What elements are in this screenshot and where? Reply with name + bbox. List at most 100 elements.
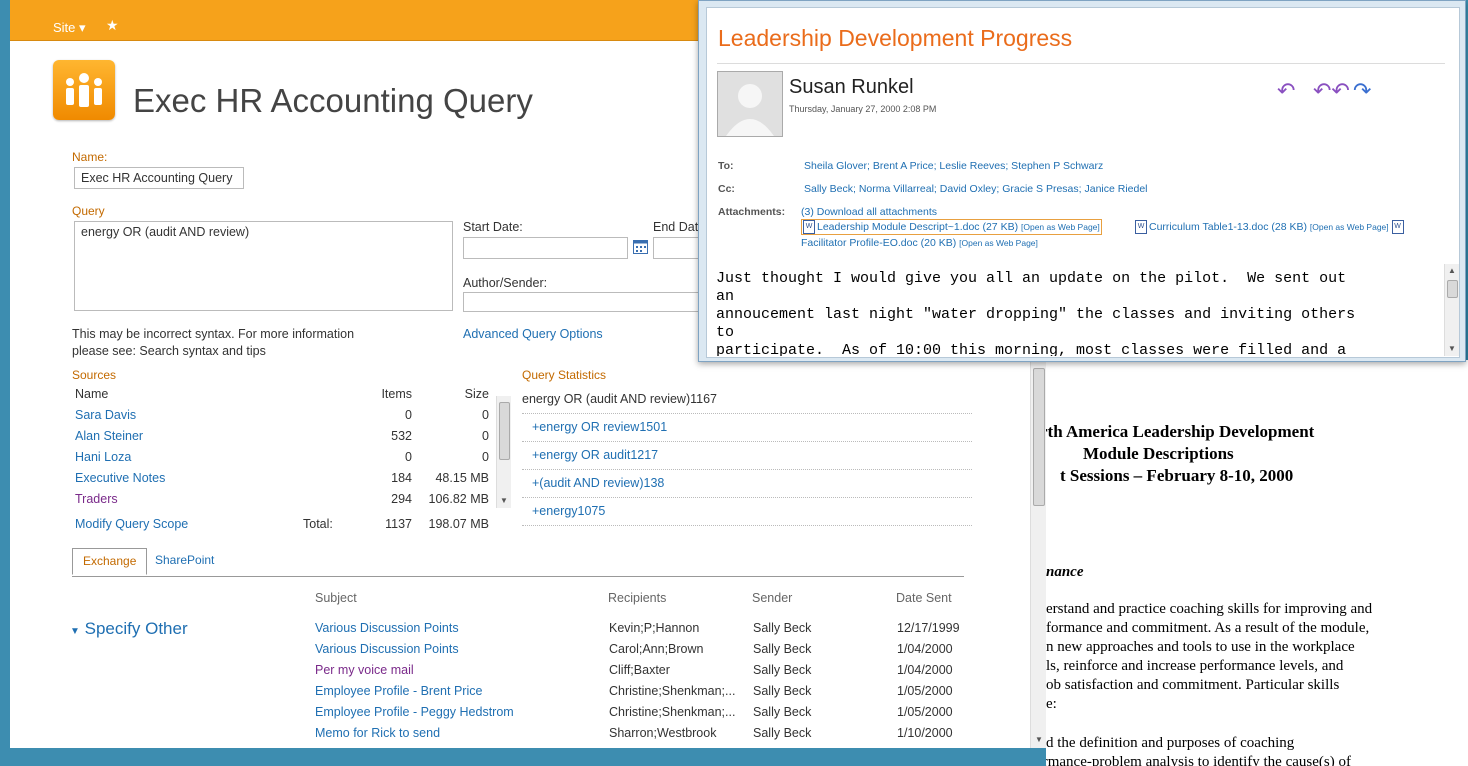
page-scrollbar[interactable]: ▼ <box>1030 362 1046 748</box>
query-stats-title: Query Statistics <box>522 368 607 382</box>
sources-header: Name Items Size <box>75 387 495 408</box>
attachment-name[interactable]: Leadership Module Descript~1.doc (27 KB) <box>817 221 1018 233</box>
query-stat-text[interactable]: +energy OR review1501 <box>532 420 667 434</box>
name-input[interactable]: Exec HR Accounting Query <box>74 167 244 189</box>
query-stat-text[interactable]: +(audit AND review)138 <box>532 476 664 490</box>
col-sender[interactable]: Sender <box>752 591 792 605</box>
col-date-sent[interactable]: Date Sent <box>896 591 952 605</box>
source-name[interactable]: Alan Steiner <box>75 429 143 443</box>
tab-exchange[interactable]: Exchange <box>72 548 148 575</box>
result-row: Per my voice mail Cliff;Baxter Sally Bec… <box>315 663 975 684</box>
source-name[interactable]: Sara Davis <box>75 408 136 422</box>
source-name[interactable]: Hani Loza <box>75 450 131 464</box>
result-row: Employee Profile - Peggy Hedstrom Christ… <box>315 705 975 726</box>
forward-icon[interactable]: ↷ <box>1353 78 1371 104</box>
result-row: Various Discussion Points Carol;Ann;Brow… <box>315 642 975 663</box>
to-recipients[interactable]: Sheila Glover; Brent A Price; Leslie Ree… <box>804 160 1103 172</box>
scroll-down-icon[interactable]: ▼ <box>1448 344 1456 353</box>
query-stat-text[interactable]: +energy OR audit1217 <box>532 448 658 462</box>
scroll-thumb[interactable] <box>499 402 510 460</box>
query-stat-row[interactable]: +energy OR review1501 <box>522 414 972 442</box>
doc-text: ls, reinforce and increase performance l… <box>1046 658 1344 674</box>
doc-text: n new approaches and tools to use in the… <box>1046 639 1355 655</box>
doc-section-title: nance <box>1046 564 1084 580</box>
page-title: Exec HR Accounting Query <box>133 82 533 119</box>
attachment-item[interactable]: W Curriculum Table1-13.doc (28 KB) [Open … <box>1135 220 1406 234</box>
start-date-label: Start Date: <box>463 220 523 234</box>
email-subject: Leadership Development Progress <box>718 25 1073 51</box>
attachment-document: rth America Leadership Development Modul… <box>1046 360 1468 766</box>
total-size: 198.07 MB <box>428 517 489 531</box>
result-subject[interactable]: Various Discussion Points <box>315 621 459 635</box>
result-sender: Sally Beck <box>753 642 812 656</box>
email-body-scrollbar[interactable]: ▲ ▼ <box>1444 264 1459 356</box>
result-sender: Sally Beck <box>753 726 812 740</box>
to-label: To: <box>718 160 734 172</box>
page-scroll-thumb[interactable] <box>1033 368 1045 506</box>
result-sender: Sally Beck <box>753 684 812 698</box>
word-doc-icon: W <box>1391 220 1404 234</box>
scroll-thumb[interactable] <box>1447 280 1458 298</box>
advanced-query-link[interactable]: Advanced Query Options <box>463 327 603 341</box>
result-subject[interactable]: Various Discussion Points <box>315 642 459 656</box>
window-frame <box>0 0 10 766</box>
query-stat-row[interactable]: +energy OR audit1217 <box>522 442 972 470</box>
sent-date: Thursday, January 27, 2000 2:08 PM <box>789 104 937 114</box>
source-items: 294 <box>391 492 412 506</box>
calendar-icon[interactable] <box>633 239 648 254</box>
open-web-page-link[interactable]: [Open as Web Page] <box>1021 222 1100 232</box>
doc-text: e: <box>1046 696 1057 712</box>
specify-other-toggle[interactable]: ▼ Specify Other <box>70 619 188 639</box>
start-date-input[interactable] <box>463 237 628 259</box>
modify-query-scope-link[interactable]: Modify Query Scope <box>75 517 188 531</box>
source-name[interactable]: Traders <box>75 492 118 506</box>
result-recipients: Kevin;P;Hannon <box>609 621 700 635</box>
site-menu[interactable]: Site ▾ <box>53 20 86 36</box>
source-size: 0 <box>482 450 489 464</box>
cc-recipients[interactable]: Sally Beck; Norma Villarreal; David Oxle… <box>804 183 1148 195</box>
col-name: Name <box>75 387 109 401</box>
tab-sharepoint[interactable]: SharePoint <box>145 548 224 575</box>
query-stat-row[interactable]: +energy1075 <box>522 498 972 526</box>
query-textarea[interactable]: energy OR (audit AND review) <box>74 221 453 311</box>
result-date: 1/05/2000 <box>897 705 953 719</box>
scroll-down-icon[interactable]: ▼ <box>1035 735 1043 744</box>
result-tabs: Exchange SharePoint <box>72 548 964 577</box>
total-label: Total: <box>303 517 333 531</box>
favorite-star-icon[interactable]: ★ <box>106 17 119 34</box>
doc-heading: rth America Leadership Development <box>1046 422 1315 441</box>
col-subject[interactable]: Subject <box>315 591 357 605</box>
reply-icon[interactable]: ↶ <box>1277 78 1295 104</box>
reply-all-icon[interactable]: ↶↶ <box>1313 78 1350 104</box>
query-stat-row: energy OR (audit AND review)1167 <box>522 386 972 414</box>
doc-text: d the definition and purposes of coachin… <box>1046 735 1295 751</box>
scroll-down-icon[interactable]: ▼ <box>500 496 508 505</box>
source-items: 532 <box>391 429 412 443</box>
result-subject[interactable]: Employee Profile - Peggy Hedstrom <box>315 705 514 719</box>
open-web-page-link[interactable]: [Open as Web Page] <box>959 238 1038 248</box>
source-row: Traders 294 106.82 MB <box>75 492 495 513</box>
caret-down-icon: ▼ <box>70 626 80 637</box>
attachment-name[interactable]: Facilitator Profile-EO.doc (20 KB) <box>801 237 956 249</box>
sources-scrollbar[interactable]: ▼ <box>496 396 511 508</box>
col-recipients[interactable]: Recipients <box>608 591 666 605</box>
result-subject[interactable]: Per my voice mail <box>315 663 414 677</box>
query-stat-row[interactable]: +(audit AND review)138 <box>522 470 972 498</box>
download-all-link[interactable]: (3) Download all attachments <box>801 206 937 218</box>
attachment-name[interactable]: Curriculum Table1-13.doc (28 KB) <box>1149 221 1307 233</box>
result-row: Memo for Rick to send Sharron;Westbrook … <box>315 726 975 747</box>
source-size: 106.82 MB <box>428 492 489 506</box>
attachment-item[interactable]: Facilitator Profile-EO.doc (20 KB) [Open… <box>801 237 1038 249</box>
source-name[interactable]: Executive Notes <box>75 471 165 485</box>
specify-other-label: Specify Other <box>84 619 188 638</box>
author-input[interactable] <box>463 292 703 312</box>
end-date-input[interactable] <box>653 237 703 259</box>
result-sender: Sally Beck <box>753 621 812 635</box>
result-subject[interactable]: Memo for Rick to send <box>315 726 440 740</box>
attachment-item[interactable]: W Leadership Module Descript~1.doc (27 KB… <box>801 219 1102 235</box>
scroll-up-icon[interactable]: ▲ <box>1448 266 1456 275</box>
query-stat-text[interactable]: +energy1075 <box>532 504 605 518</box>
open-web-page-link[interactable]: [Open as Web Page] <box>1310 222 1389 232</box>
result-recipients: Carol;Ann;Brown <box>609 642 704 656</box>
result-subject[interactable]: Employee Profile - Brent Price <box>315 684 482 698</box>
